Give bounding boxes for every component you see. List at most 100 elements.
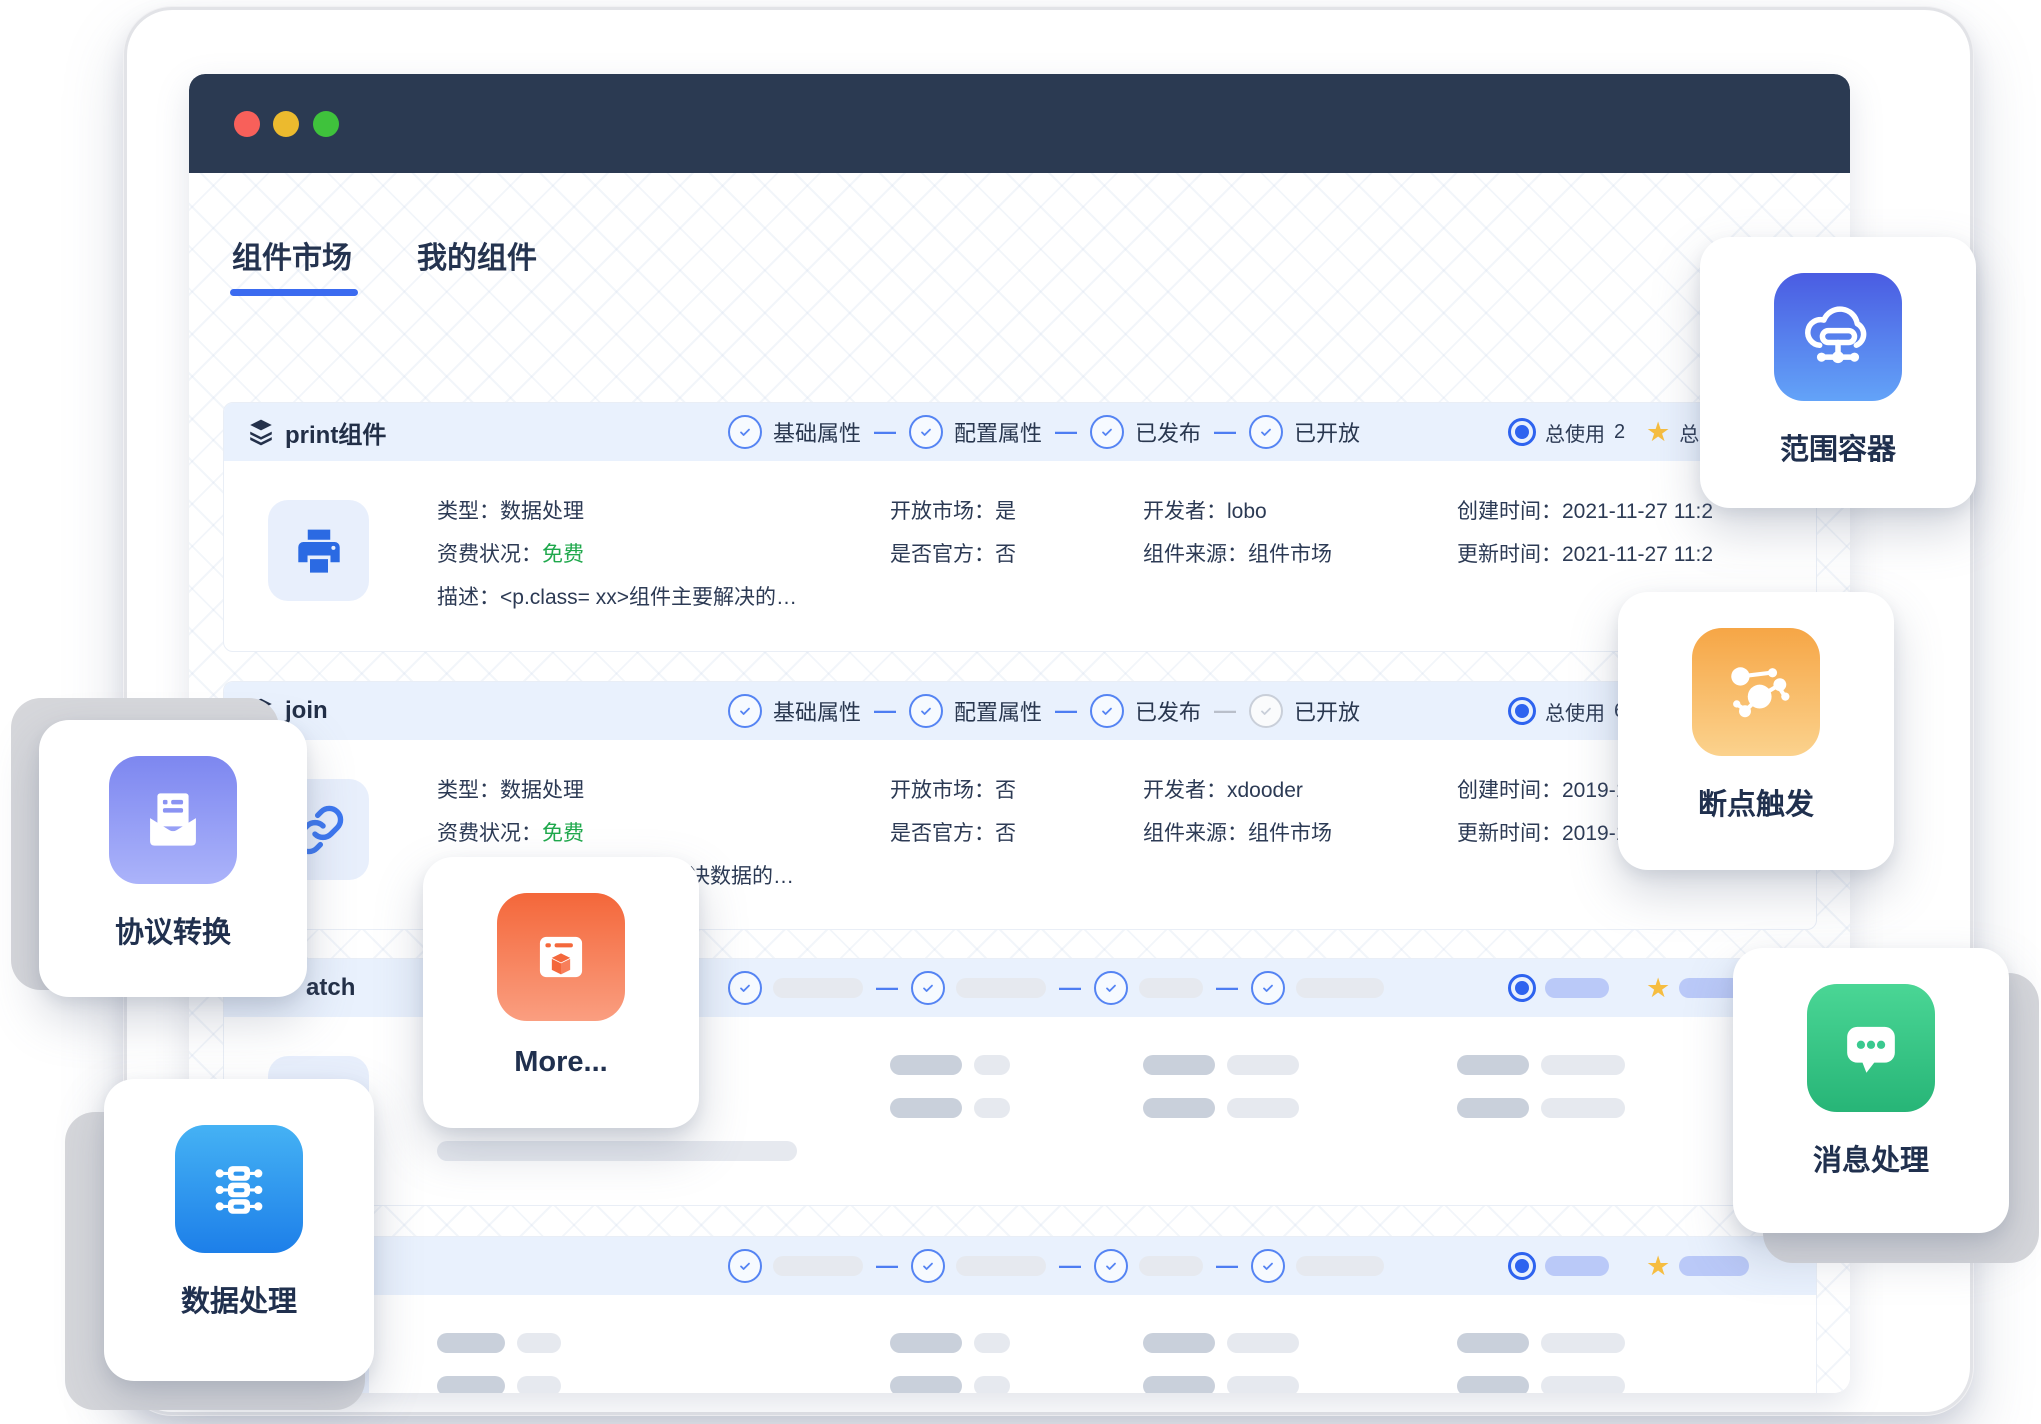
- step-label: 已发布: [1135, 695, 1201, 727]
- star-icon: ★: [1646, 975, 1670, 1002]
- step-dash: —: [1214, 698, 1236, 724]
- check-circle-icon: [1251, 1249, 1285, 1283]
- component-icon-tile: [268, 500, 369, 601]
- check-circle-icon: [728, 694, 762, 728]
- usage-icon: [1508, 418, 1536, 446]
- check-circle-icon: [728, 415, 762, 449]
- usage-icon: [1508, 1252, 1536, 1280]
- skeleton-pill: [1457, 1376, 1529, 1393]
- skeleton-pill: [1541, 1333, 1625, 1353]
- skeleton-pill: [1679, 1256, 1749, 1276]
- component-card-print[interactable]: print组件 基础属性 — 配置属性 — 已发布 — 已开放: [223, 402, 1817, 652]
- minimize-window-button[interactable]: [273, 111, 299, 137]
- screenshot-root: 组件市场 我的组件 print组件 基础属性 — 配置属性 —: [0, 0, 2041, 1424]
- field-value: 数据处理: [500, 779, 584, 802]
- zoom-window-button[interactable]: [313, 111, 339, 137]
- skeleton-pill: [974, 1098, 1010, 1118]
- card-header: join 基础属性 — 配置属性 — 已发布 — 已开放: [224, 682, 1816, 740]
- skeleton-pill: [1143, 1098, 1215, 1118]
- field-label: 开发者：: [1143, 500, 1227, 523]
- chat-bubble-icon: [1807, 984, 1935, 1112]
- skeleton-pill: [890, 1055, 962, 1075]
- usage-icon: [1508, 697, 1536, 725]
- skeleton-pill: [974, 1333, 1010, 1353]
- field-label: 组件来源：: [1143, 822, 1248, 845]
- skeleton-pill: [1139, 978, 1203, 998]
- step-label: 已开放: [1294, 416, 1360, 448]
- card-header: print组件 基础属性 — 配置属性 — 已发布 — 已开放: [224, 403, 1816, 461]
- step-dash: —: [1214, 419, 1236, 445]
- chip-label: More...: [423, 1046, 699, 1079]
- field-value: 组件市场: [1248, 822, 1332, 845]
- skeleton-pill: [1541, 1376, 1625, 1393]
- skeleton-pill: [974, 1376, 1010, 1393]
- step-label: 已开放: [1294, 695, 1360, 727]
- tab-my-components[interactable]: 我的组件: [417, 233, 537, 277]
- step-dash: —: [876, 975, 898, 1001]
- window-titlebar: [189, 74, 1850, 173]
- field-label: 开发者：: [1143, 779, 1227, 802]
- check-circle-icon: [1090, 694, 1124, 728]
- field-value-free: 免费: [542, 822, 584, 845]
- usage-label: 总使用: [1545, 697, 1605, 726]
- skeleton-pill: [1545, 1256, 1609, 1276]
- usage-stat: 总使用 2: [1508, 403, 1625, 461]
- card-title-label: join: [285, 697, 328, 725]
- status-steps: 基础属性 — 配置属性 — 已发布 — 已开放: [728, 403, 1360, 461]
- usage-stat: 总使用 6: [1508, 682, 1625, 740]
- field-label: 开放市场：: [890, 500, 995, 523]
- check-circle-icon: [1090, 415, 1124, 449]
- skeleton-pill: [1139, 1256, 1203, 1276]
- field-label: 类型：: [437, 779, 500, 802]
- chip-message-processing[interactable]: 消息处理: [1733, 948, 2009, 1233]
- skeleton-pill: [517, 1376, 561, 1393]
- close-window-button[interactable]: [234, 111, 260, 137]
- skeleton-pill: [1143, 1333, 1215, 1353]
- field-label: 是否官方：: [890, 822, 995, 845]
- skeleton-pill: [1457, 1098, 1529, 1118]
- check-circle-icon: [909, 694, 943, 728]
- data-node-icon: [175, 1125, 303, 1253]
- active-tab-underline: [230, 289, 358, 296]
- skeleton-pill: [1541, 1098, 1625, 1118]
- chip-label: 断点触发: [1618, 781, 1894, 823]
- usage-stat-skeleton: [1508, 1237, 1609, 1295]
- window-content: 组件市场 我的组件 print组件 基础属性 — 配置属性 —: [189, 173, 1850, 1393]
- chip-data-processing[interactable]: 数据处理: [104, 1079, 374, 1381]
- check-circle-icon-pending: [1249, 694, 1283, 728]
- field-value: 组件市场: [1248, 543, 1332, 566]
- tab-component-market[interactable]: 组件市场: [232, 233, 352, 277]
- status-steps: 基础属性 — 配置属性 — 已发布 — 已开放: [728, 682, 1360, 740]
- skeleton-pill: [773, 978, 863, 998]
- doc-envelope-icon: [109, 756, 237, 884]
- step-dash: —: [876, 1253, 898, 1279]
- field-value: 否: [995, 822, 1016, 845]
- skeleton-pill: [517, 1333, 561, 1353]
- usage-value: 2: [1614, 421, 1625, 444]
- field-label: 资费状况：: [437, 822, 542, 845]
- skeleton-pill: [974, 1055, 1010, 1075]
- step-dash: —: [1059, 1253, 1081, 1279]
- usage-label: 总使用: [1545, 418, 1605, 447]
- step-label: 已发布: [1135, 416, 1201, 448]
- field-label: 创建时间：: [1457, 779, 1562, 802]
- skeleton-pill: [1296, 1256, 1384, 1276]
- check-circle-icon: [1251, 971, 1285, 1005]
- check-circle-icon: [911, 971, 945, 1005]
- chip-label: 数据处理: [104, 1278, 374, 1320]
- usage-icon: [1508, 974, 1536, 1002]
- field-value: <p.class= xx>组件主要解决的…: [500, 586, 797, 609]
- printer-icon: [292, 524, 346, 578]
- skeleton-pill: [437, 1141, 797, 1161]
- chip-protocol-conversion[interactable]: 协议转换: [39, 720, 307, 997]
- card-title-label: print组件: [285, 415, 386, 450]
- chip-more[interactable]: More...: [423, 857, 699, 1128]
- check-circle-icon: [1094, 1249, 1128, 1283]
- field-label: 描述：: [437, 586, 500, 609]
- chip-range-container[interactable]: 范围容器: [1700, 237, 1976, 508]
- skeleton-pill: [437, 1376, 505, 1393]
- card-header: — — — ★: [224, 1237, 1816, 1295]
- field-label: 开放市场：: [890, 779, 995, 802]
- chip-breakpoint-trigger[interactable]: 断点触发: [1618, 592, 1894, 870]
- component-card-skeleton[interactable]: — — — ★: [223, 1236, 1817, 1393]
